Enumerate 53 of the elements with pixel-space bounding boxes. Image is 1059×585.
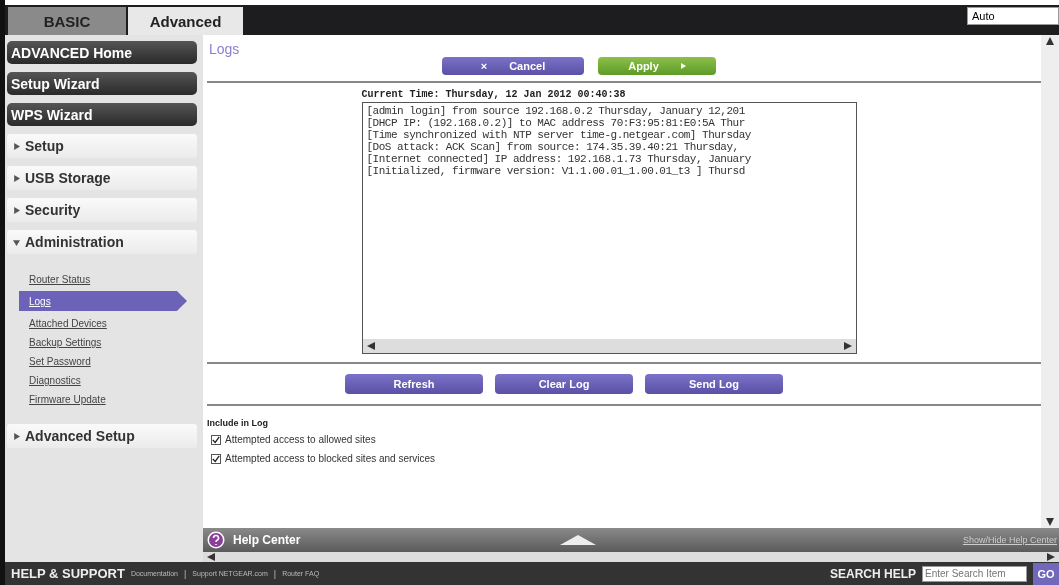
log-action-button[interactable]: Clear Log [495, 374, 633, 394]
log-line: [Initialized, firmware version: V1.1.00.01_1.00.01_t3 ] Thursd [366, 165, 746, 177]
scroll-right-icon [843, 342, 852, 350]
scroll-left-icon [366, 342, 375, 350]
log-line: [Time synchronized with NTP server time-g.netgear.com] Thursday [366, 129, 752, 141]
sidebar-link[interactable]: Backup Settings [7, 335, 197, 349]
sidebar-section[interactable]: USB Storage [7, 166, 197, 190]
sidebar-button[interactable]: Setup Wizard [7, 72, 197, 95]
tab[interactable]: BASIC [8, 7, 126, 35]
log-textarea[interactable] [361, 102, 857, 354]
search-label: SEARCH HELP [830, 566, 916, 581]
link-separator: | [273, 568, 277, 579]
sidebar-section[interactable]: Setup [7, 134, 197, 158]
sidebar-link[interactable]: Firmware Update [7, 392, 197, 406]
checkbox[interactable] [211, 434, 221, 445]
arrow-right-icon [680, 63, 686, 69]
go-button[interactable]: GO [1033, 562, 1059, 585]
sidebar-button[interactable]: ADVANCED Home [7, 41, 197, 64]
vertical-scrollbar[interactable] [1041, 35, 1059, 528]
horizontal-scrollbar[interactable] [362, 339, 856, 353]
log-line: [Internet connected] IP address: 192.168.1.73 Thursday, January [366, 153, 752, 165]
sidebar-section[interactable]: Security [7, 198, 197, 222]
page-title: Logs [209, 41, 241, 57]
horizontal-scrollbar[interactable] [203, 552, 1059, 562]
checkbox[interactable] [211, 453, 221, 464]
tab[interactable]: Advanced [128, 7, 243, 35]
sidebar-section[interactable]: Administration [7, 230, 197, 254]
sidebar-link[interactable]: Diagnostics [7, 373, 197, 387]
log-line: [admin login] from source 192.168.0.2 Thursday, January 12,201 [366, 105, 746, 117]
link-separator: | [184, 568, 187, 579]
language-select[interactable]: Auto [967, 7, 1059, 25]
log-line: [DoS attack: ACK Scan] from source: 174.35.39.40:21 Thursday, [366, 141, 740, 153]
checkbox-label: Attempted access to blocked sites and services [225, 453, 436, 464]
sidebar-link[interactable]: Logs [19, 291, 187, 311]
help-center-title: Help Center [233, 533, 301, 547]
sidebar-link[interactable]: Attached Devices [7, 316, 197, 330]
help-icon[interactable] [207, 531, 225, 549]
log-line: [DHCP IP: (192.168.0.2)] to MAC address 70:F3:95:81:E0:5A Thur [366, 117, 746, 129]
sidebar-button[interactable]: WPS Wizard [7, 103, 197, 126]
section-heading: Include in Log [207, 418, 269, 428]
log-action-button[interactable]: Refresh [345, 374, 483, 394]
scroll-up-icon [1046, 37, 1054, 45]
current-time: Current Time: Thursday, 12 Jan 2012 00:40:38 [361, 89, 627, 100]
checkbox-label: Attempted access to allowed sites [225, 434, 376, 445]
expand-arrow-icon[interactable] [560, 535, 597, 545]
sidebar-link[interactable]: Router Status [7, 272, 197, 286]
search-field[interactable]: Enter Search Item [922, 565, 1027, 582]
scroll-down-icon [1046, 518, 1054, 526]
cancel-button[interactable]: × Cancel [442, 57, 584, 75]
sidebar-link[interactable]: Set Password [7, 354, 197, 368]
sidebar-section[interactable]: Advanced Setup [7, 424, 197, 448]
log-action-button[interactable]: Send Log [645, 374, 783, 394]
footer-title: HELP & SUPPORT [11, 566, 125, 581]
